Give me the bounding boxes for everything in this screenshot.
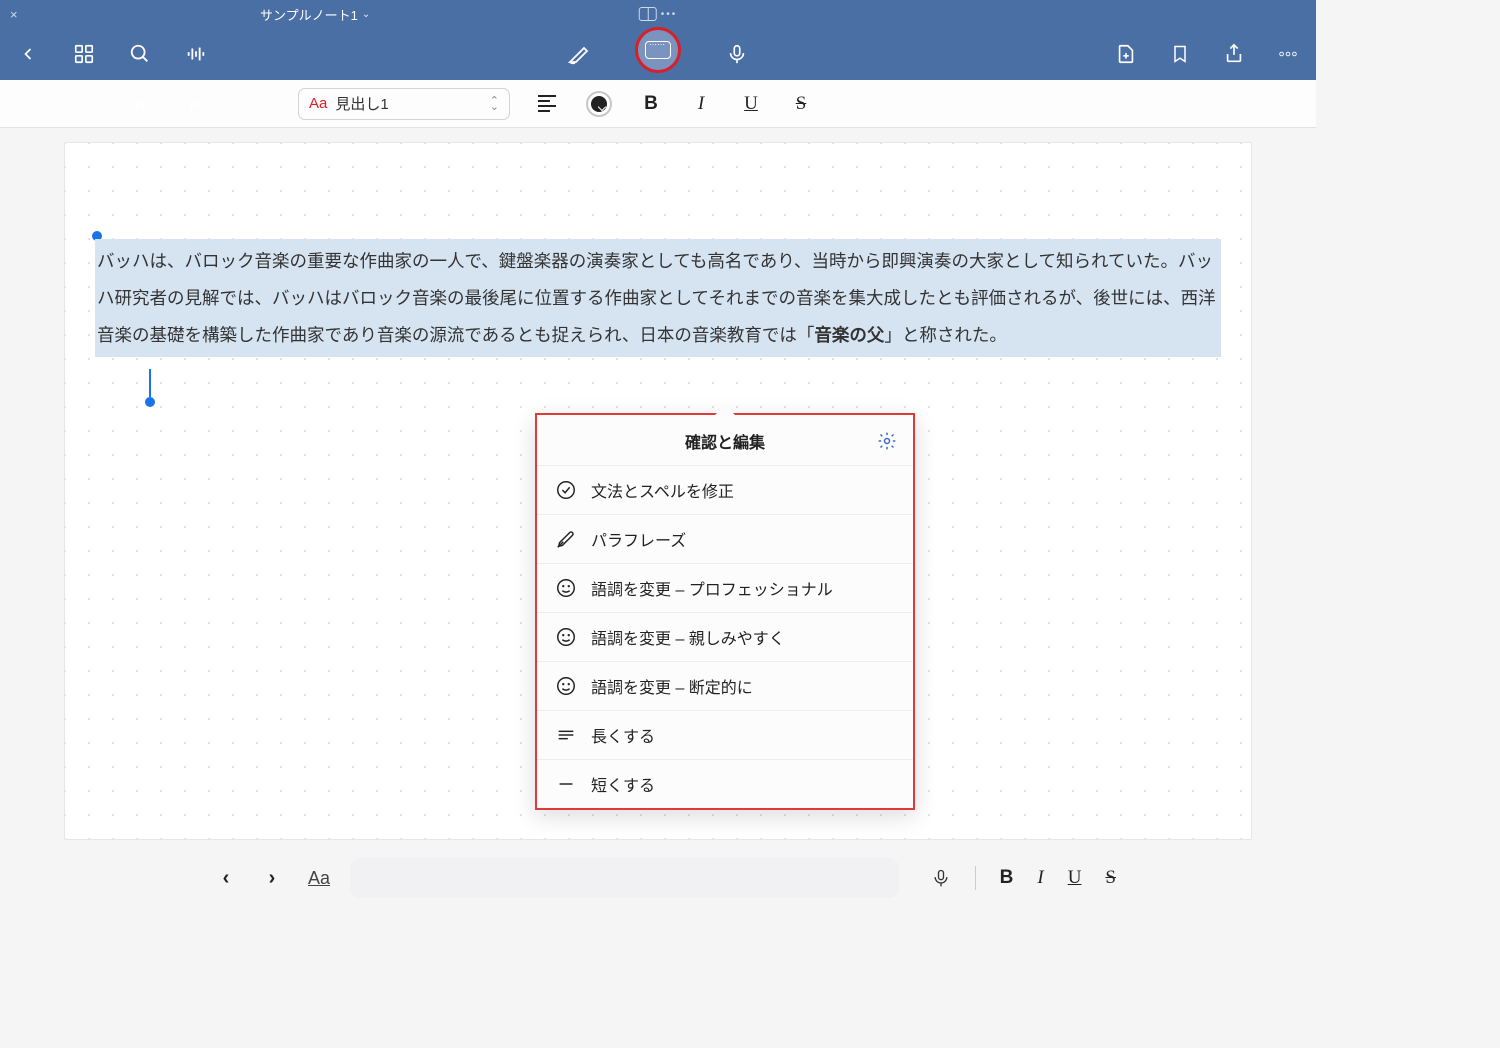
italic-button[interactable]: I bbox=[690, 93, 712, 115]
menu-item-label: パラフレーズ bbox=[591, 527, 686, 551]
format-buttons-group: B I U S bbox=[536, 91, 812, 117]
menu-item-4[interactable]: 語調を変更 – 断定的に bbox=[537, 662, 913, 711]
smile-icon bbox=[555, 626, 577, 648]
audio-waveform-button[interactable] bbox=[182, 40, 210, 68]
menu-item-0[interactable]: 文法とスペルを修正 bbox=[537, 466, 913, 515]
text-format-shortcut[interactable]: Aa bbox=[308, 868, 330, 889]
strikethrough-button[interactable]: S bbox=[790, 93, 812, 115]
close-icon[interactable]: × bbox=[10, 7, 18, 22]
microphone-button[interactable] bbox=[723, 40, 751, 68]
gear-icon[interactable] bbox=[877, 431, 897, 451]
select-caret-icon: ⌃⌄ bbox=[490, 98, 499, 110]
bottom-bold-button[interactable]: B bbox=[1000, 867, 1014, 889]
menu-item-label: 長くする bbox=[591, 723, 655, 747]
text-after: 」と称された。 bbox=[884, 325, 1007, 345]
format-toolbar: Aa 見出し1 ⌃⌄ B I U S bbox=[0, 80, 1316, 128]
paragraph-style-select[interactable]: Aa 見出し1 ⌃⌄ bbox=[298, 88, 510, 120]
document-page[interactable]: バッハは、バロック音楽の重要な作曲家の一人で、鍵盤楽器の演奏家としても高名であり… bbox=[64, 142, 1252, 840]
text-style-icon: Aa bbox=[309, 95, 327, 112]
bottom-right-group: B I U S bbox=[931, 866, 1116, 890]
check-icon bbox=[555, 479, 577, 501]
smile-icon bbox=[555, 675, 577, 697]
menu-item-label: 語調を変更 – プロフェッショナル bbox=[591, 576, 833, 600]
text-color-button[interactable] bbox=[586, 91, 612, 117]
selection-handle-end[interactable] bbox=[145, 397, 155, 407]
window-titlebar: × サンプルノート1 ⌄ ••• bbox=[0, 0, 1316, 28]
document-title[interactable]: サンプルノート1 ⌄ bbox=[260, 5, 370, 24]
style-label: 見出し1 bbox=[335, 93, 388, 114]
mic-icon[interactable] bbox=[931, 868, 951, 888]
next-button[interactable]: › bbox=[256, 862, 288, 894]
minus-icon bbox=[555, 773, 577, 795]
smile-icon bbox=[555, 577, 577, 599]
align-left-icon bbox=[538, 95, 556, 112]
split-view-icon bbox=[639, 7, 657, 21]
menu-item-6[interactable]: 短くする bbox=[537, 760, 913, 808]
menu-pointer bbox=[715, 405, 735, 415]
bottom-italic-button[interactable]: I bbox=[1037, 867, 1043, 889]
bold-button[interactable]: B bbox=[640, 93, 662, 115]
bottom-underline-button[interactable]: U bbox=[1068, 867, 1082, 889]
grid-view-button[interactable] bbox=[70, 40, 98, 68]
ai-edit-menu: 確認と編集 文法とスペルを修正パラフレーズ語調を変更 – プロフェッショナル語調… bbox=[535, 413, 915, 810]
center-input-tools bbox=[565, 31, 751, 77]
text-bold: 音楽の父 bbox=[814, 325, 884, 345]
menu-item-label: 語調を変更 – 親しみやすく bbox=[591, 625, 785, 649]
more-button[interactable] bbox=[1274, 40, 1302, 68]
top-toolbar bbox=[0, 28, 1316, 80]
menu-item-label: 文法とスペルを修正 bbox=[591, 478, 734, 502]
search-button[interactable] bbox=[126, 40, 154, 68]
document-name: サンプルノート1 bbox=[260, 5, 358, 24]
canvas-area: バッハは、バロック音楽の重要な作曲家の一人で、鍵盤楽器の演奏家としても高名であり… bbox=[0, 128, 1316, 854]
menu-item-label: 短くする bbox=[591, 772, 655, 796]
align-button[interactable] bbox=[536, 93, 558, 115]
back-button[interactable] bbox=[14, 40, 42, 68]
keyboard-tool-button[interactable] bbox=[635, 27, 681, 73]
color-swatch-icon bbox=[591, 96, 607, 112]
multitasking-control[interactable]: ••• bbox=[639, 7, 678, 21]
bookmark-button[interactable] bbox=[1166, 40, 1194, 68]
quick-input-field[interactable] bbox=[350, 858, 899, 898]
keyboard-icon bbox=[645, 41, 671, 59]
share-button[interactable] bbox=[1220, 40, 1248, 68]
dots-icon: ••• bbox=[661, 9, 678, 20]
menu-item-2[interactable]: 語調を変更 – プロフェッショナル bbox=[537, 564, 913, 613]
bottom-input-bar: ‹ › Aa B I U S bbox=[0, 854, 1316, 902]
undo-button[interactable] bbox=[126, 90, 154, 118]
separator bbox=[975, 866, 976, 890]
right-toolbar-group bbox=[1112, 40, 1302, 68]
underline-button[interactable]: U bbox=[740, 93, 762, 115]
text-before: バッハは、バロック音楽の重要な作曲家の一人で、鍵盤楽器の演奏家としても高名であり… bbox=[97, 251, 1216, 345]
redo-button[interactable] bbox=[180, 90, 208, 118]
add-page-button[interactable] bbox=[1112, 40, 1140, 68]
undo-redo-group bbox=[126, 90, 208, 118]
selected-text-block[interactable]: バッハは、バロック音楽の重要な作曲家の一人で、鍵盤楽器の演奏家としても高名であり… bbox=[95, 239, 1221, 357]
pen-icon bbox=[555, 528, 577, 550]
pen-tool-button[interactable] bbox=[565, 40, 593, 68]
menu-title: 確認と編集 bbox=[685, 429, 765, 453]
menu-item-1[interactable]: パラフレーズ bbox=[537, 515, 913, 564]
lines-icon bbox=[555, 724, 577, 746]
prev-button[interactable]: ‹ bbox=[210, 862, 242, 894]
menu-header: 確認と編集 bbox=[537, 415, 913, 466]
menu-item-label: 語調を変更 – 断定的に bbox=[591, 674, 753, 698]
menu-item-5[interactable]: 長くする bbox=[537, 711, 913, 760]
menu-item-3[interactable]: 語調を変更 – 親しみやすく bbox=[537, 613, 913, 662]
chevron-down-icon: ⌄ bbox=[362, 9, 370, 20]
bottom-strike-button[interactable]: S bbox=[1105, 867, 1116, 889]
